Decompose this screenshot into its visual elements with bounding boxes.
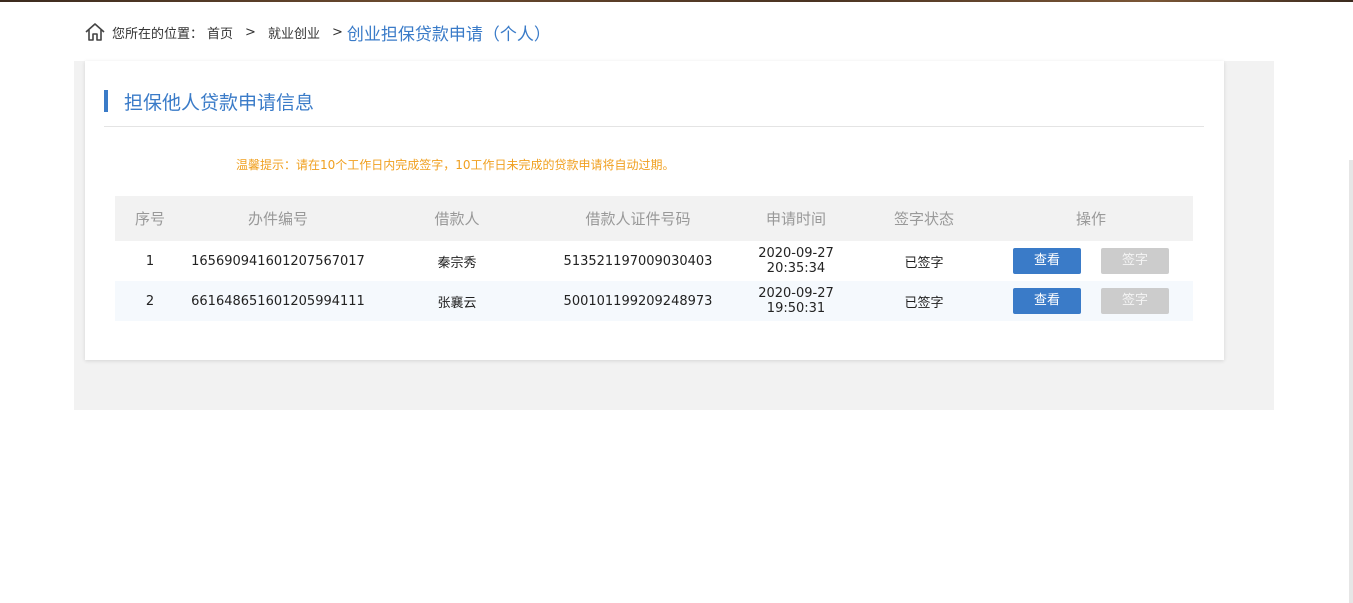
cell-id-no: 500101199209248973 bbox=[563, 293, 713, 309]
cell-borrower: 秦宗秀 bbox=[437, 255, 477, 271]
cell-status: 已签字 bbox=[904, 295, 944, 311]
cell-time: 2020-09-27 19:50:31 bbox=[758, 286, 834, 316]
cell-case-no: 661648651601205994111 bbox=[191, 293, 365, 309]
breadcrumb-prefix: 您所在的位置： bbox=[112, 26, 204, 42]
header-status: 签字状态 bbox=[893, 210, 954, 228]
breadcrumb-separator: > bbox=[331, 24, 343, 40]
section-header: 担保他人贷款申请信息 bbox=[104, 89, 315, 114]
table-header: 序号 办件编号 借款人 借款人证件号码 申请时间 签字状态 操作 bbox=[115, 196, 1193, 241]
cell-case-no: 165690941601207567017 bbox=[191, 253, 365, 269]
sign-button[interactable]: 签字 bbox=[1101, 288, 1169, 314]
header-case-no: 办件编号 bbox=[247, 210, 308, 228]
title-accent-bar bbox=[104, 90, 108, 112]
breadcrumb-separator: > bbox=[245, 24, 256, 40]
breadcrumb-employment-link[interactable]: 就业创业 bbox=[268, 23, 320, 42]
breadcrumb: 您所在的位置： 首页 > 就业创业 > 创业担保贷款申请（个人） bbox=[84, 20, 551, 45]
header-index: 序号 bbox=[134, 210, 165, 228]
cell-index: 2 bbox=[145, 293, 155, 309]
cell-actions: 查看 签字 bbox=[989, 248, 1193, 274]
cell-status: 已签字 bbox=[904, 255, 944, 271]
loan-table: 序号 办件编号 借款人 借款人证件号码 申请时间 签字状态 操作 1 16569… bbox=[115, 196, 1193, 321]
header-id-no: 借款人证件号码 bbox=[585, 210, 691, 228]
section-title: 担保他人贷款申请信息 bbox=[124, 91, 315, 114]
cell-index: 1 bbox=[145, 253, 155, 269]
cell-id-no: 513521197009030403 bbox=[563, 253, 713, 269]
breadcrumb-current: 创业担保贷款申请（个人） bbox=[346, 24, 551, 45]
cell-time: 2020-09-27 20:35:34 bbox=[758, 246, 834, 276]
scrollbar[interactable] bbox=[1349, 160, 1353, 603]
content-card: 担保他人贷款申请信息 温馨提示：请在10个工作日内完成签字，10工作日未完成的贷… bbox=[85, 61, 1224, 360]
sign-button[interactable]: 签字 bbox=[1101, 248, 1169, 274]
header-borrower: 借款人 bbox=[434, 210, 480, 228]
top-banner-strip bbox=[0, 0, 1353, 2]
breadcrumb-home-link[interactable]: 首页 bbox=[207, 23, 233, 42]
cell-borrower: 张襄云 bbox=[437, 295, 477, 311]
header-time: 申请时间 bbox=[765, 210, 826, 228]
view-button[interactable]: 查看 bbox=[1013, 248, 1081, 274]
home-icon[interactable] bbox=[84, 21, 106, 43]
header-actions: 操作 bbox=[1075, 210, 1106, 228]
divider bbox=[104, 126, 1204, 127]
view-button[interactable]: 查看 bbox=[1013, 288, 1081, 314]
cell-actions: 查看 签字 bbox=[989, 288, 1193, 314]
warm-tip: 温馨提示：请在10个工作日内完成签字，10工作日未完成的贷款申请将自动过期。 bbox=[236, 158, 675, 172]
table-row: 2 661648651601205994111 张襄云 500101199209… bbox=[115, 281, 1193, 321]
table-row: 1 165690941601207567017 秦宗秀 513521197009… bbox=[115, 241, 1193, 281]
